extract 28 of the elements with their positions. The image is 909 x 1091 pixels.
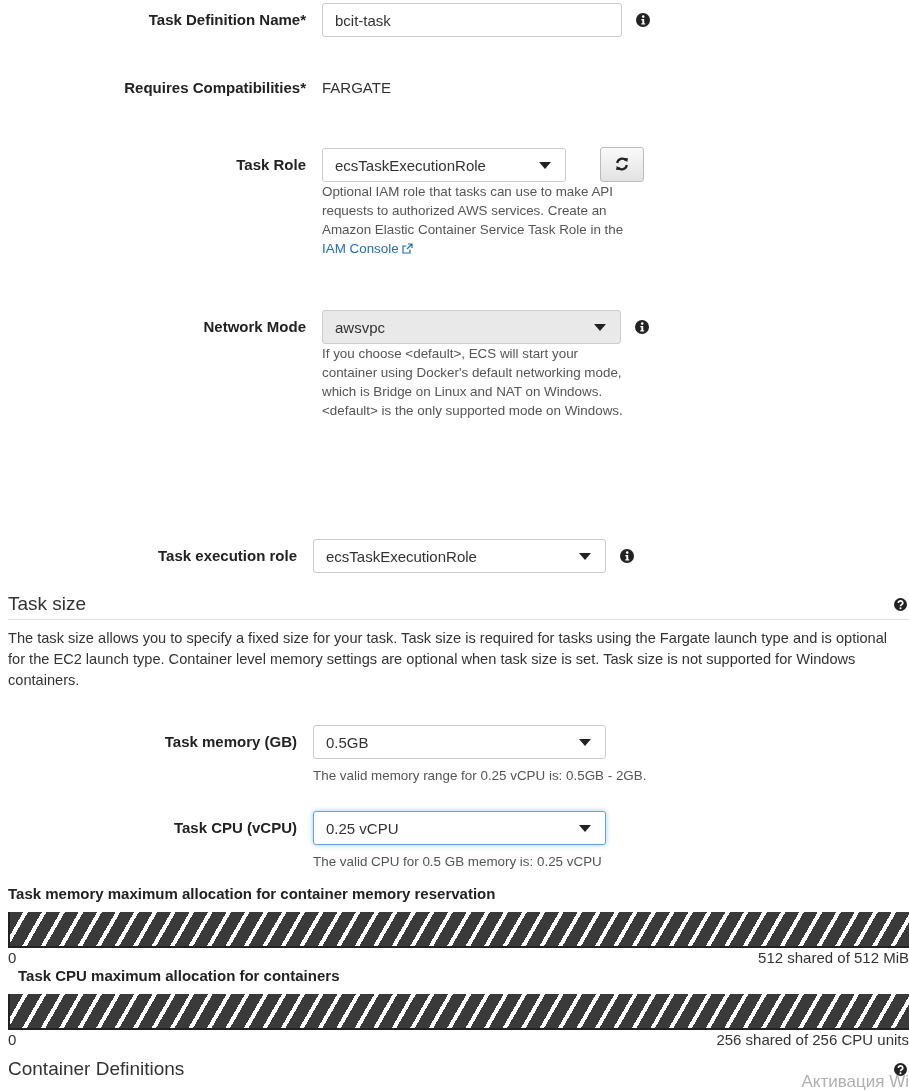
help-text: The valid CPU for 0.5 GB memory is: 0.25 vCPU bbox=[313, 853, 603, 871]
allocation-reading: 512 shared of 512 MiB bbox=[758, 950, 909, 966]
select-field[interactable]: 0.5GB bbox=[313, 725, 606, 759]
allocation-title: Task memory maximum allocation for container memory reservation bbox=[8, 885, 496, 903]
help-text: If you choose <default>, ECS will start your container using Docker's default networking mode, which is Bridge on Linux and NAT on Windows. <default> is the only supported mode on Windows. bbox=[322, 345, 624, 420]
select-field[interactable]: 0.25 vCPU bbox=[313, 811, 606, 845]
field-value: FARGATE bbox=[322, 79, 391, 97]
task-size-description: The task size allows you to specify a fixed size for your task. Task size is required for tasks using the Fargate launch type and is optional for the EC2 launch type. Container level memory settings are optional when task size is set. Task size is not supported for Windows containers. bbox=[8, 629, 889, 690]
allocation-reading: 256 shared of 256 CPU units bbox=[716, 1032, 909, 1048]
scale-min: 0 bbox=[8, 1032, 17, 1048]
scale-min: 0 bbox=[8, 950, 17, 966]
help-text: The valid memory range for 0.25 vCPU is: 0.5GB - 2GB. bbox=[313, 767, 648, 785]
section-title: Container Definitions bbox=[8, 1057, 185, 1081]
activation-watermark: Активация Wi bbox=[801, 1075, 909, 1089]
field-label: Task Definition Name* bbox=[147, 10, 307, 30]
help-text: Optional IAM role that tasks can use to make API requests to authorized AWS services. Create an Amazon Elastic Container Service Task Role in the IAM Console bbox=[322, 183, 625, 258]
section-title: Task size bbox=[8, 592, 87, 616]
field-label: Task execution role bbox=[157, 546, 298, 566]
allocation-title: Task CPU maximum allocation for containers bbox=[18, 967, 340, 985]
iam-console-link[interactable]: IAM Console bbox=[322, 241, 413, 256]
field-label: Requires Compatibilities* bbox=[123, 79, 307, 97]
field-label: Task Role bbox=[235, 155, 307, 175]
input-field[interactable]: bcit-task bbox=[322, 3, 622, 37]
select-field[interactable]: ecsTaskExecutionRole bbox=[313, 539, 606, 573]
field-label: Network Mode bbox=[202, 317, 307, 337]
select-field[interactable]: ecsTaskExecutionRole bbox=[322, 148, 566, 182]
field-label: Task memory (GB) bbox=[163, 732, 298, 752]
field-label: Task CPU (vCPU) bbox=[172, 818, 298, 838]
